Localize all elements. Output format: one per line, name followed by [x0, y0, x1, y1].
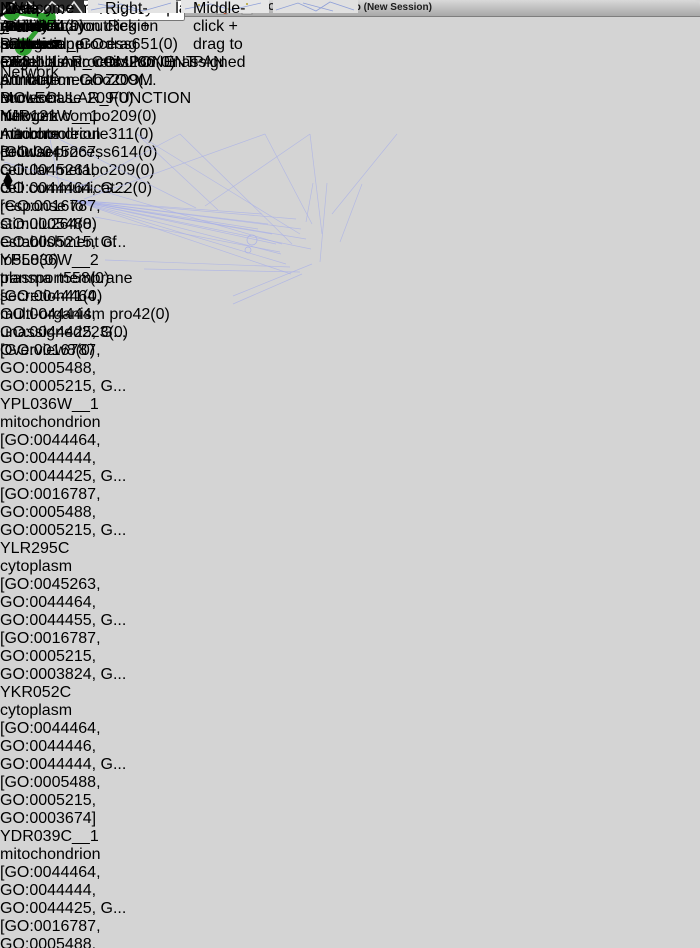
pan-hint-text: Middle-click + drag to PAN [193, 0, 245, 72]
zoom-hint-text: Right-click + drag to ZOOM [105, 0, 153, 90]
table-row[interactable]: YPL036W__1mitochondrion[GO:0044464, GO:0… [0, 396, 151, 540]
table-row[interactable]: YLR295Ccytoplasm[GO:0045263, GO:0044464,… [0, 540, 151, 684]
table-cell: [GO:0044464, GO:0044444, GO:0044425, G..… [0, 288, 147, 342]
table-cell: mitochondrion [0, 414, 136, 432]
table-cell: [GO:0016787, GO:0005488, GO:0005215, G..… [0, 486, 138, 540]
table-cell: [GO:0016787, GO:0005488, GO:0005215, G..… [0, 342, 138, 396]
table-cell: YDR039C__1 [0, 828, 106, 846]
table-row[interactable]: YDR039C__1mitochondrion[GO:0044464, GO:0… [0, 828, 151, 948]
table-cell: YKR052C [0, 684, 106, 702]
table-cell: [GO:0045263, GO:0044464, GO:0044455, G..… [0, 576, 147, 630]
table-row[interactable]: YPL036W__2plasma membrane[GO:0044464, GO… [0, 252, 151, 396]
table-cell: YLR295C [0, 540, 106, 558]
table-cell: [GO:0005488, GO:0005215, GO:0003674] [0, 774, 138, 828]
table-cell: [GO:0044464, GO:0044444, GO:0044425, G..… [0, 432, 147, 486]
table-cell: YPL036W__1 [0, 396, 106, 414]
table-row[interactable]: YKR052Ccytoplasm[GO:0044464, GO:0044446,… [0, 684, 151, 828]
background-window-fragment[interactable] [273, 0, 358, 13]
table-cell: [GO:0016787, GO:0005488, GO:0005215, G..… [0, 198, 138, 252]
table-cell: [GO:0016787, GO:0005488, GO:0005215, G..… [0, 918, 138, 948]
table-cell: [GO:0044464, GO:0044444, GO:0044425, G..… [0, 864, 147, 918]
tab-network-attribute-browser[interactable]: Network Attribute Browser [0, 108, 60, 162]
table-cell: mitochondrion [0, 846, 136, 864]
table-cell: plasma membrane [0, 270, 136, 288]
table-cell: [GO:0016787, GO:0005215, GO:0003824, G..… [0, 630, 138, 684]
table-cell: [GO:0044464, GO:0044446, GO:0044444, G..… [0, 720, 147, 774]
table-cell: YPL036W__2 [0, 252, 106, 270]
table-cell: cytoplasm [0, 702, 136, 720]
welcome-text: Welcome to Cytoscape 2.8.1 [8, 0, 84, 72]
table-cell: cytoplasm [0, 558, 136, 576]
